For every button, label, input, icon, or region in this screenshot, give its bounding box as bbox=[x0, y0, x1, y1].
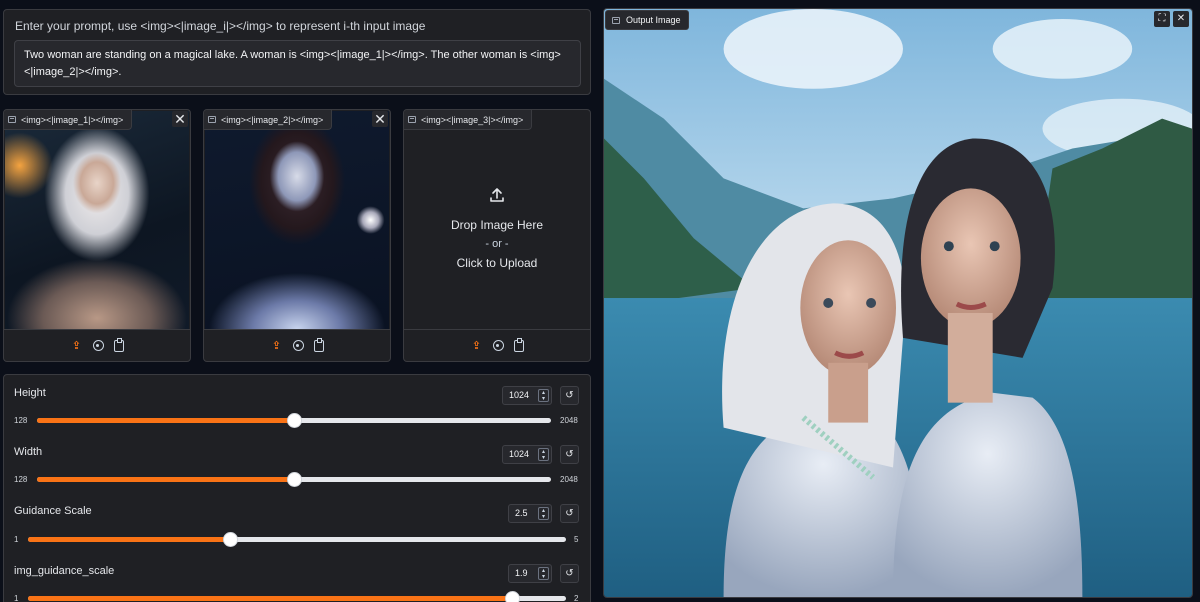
upload-icon[interactable]: ⇪ bbox=[71, 340, 83, 352]
image-drop-zone[interactable]: Drop Image Here - or - Click to Upload bbox=[405, 130, 589, 329]
settings-panel: Height 1024 ▴ ▾ ↺ 128 2048 Width 1024 ▴ ▾ … bbox=[3, 374, 591, 602]
height-max: 2048 bbox=[560, 416, 578, 425]
image-input-1-tag: <img><|image_1|></img> bbox=[4, 110, 133, 130]
image-input-2-label: <img><|image_2|></img> bbox=[221, 114, 324, 125]
reset-icon[interactable]: ↺ bbox=[560, 504, 579, 523]
output-panel: Output Image ⛶ ✕ bbox=[603, 8, 1193, 598]
img-guidance-scale-max: 2 bbox=[574, 594, 579, 602]
width-min: 128 bbox=[14, 475, 28, 484]
height-number-input[interactable]: 1024 ▴ ▾ bbox=[502, 386, 552, 405]
guidance-scale-number-input[interactable]: 2.5 ▴ ▾ bbox=[508, 504, 552, 523]
prompt-input[interactable]: Two woman are standing on a magical lake… bbox=[14, 40, 581, 87]
guidance-scale-slider-track[interactable] bbox=[28, 532, 566, 547]
reset-icon[interactable]: ↺ bbox=[560, 386, 579, 405]
drop-text: Drop Image Here bbox=[450, 218, 544, 232]
guidance-scale-value: 2.5 bbox=[515, 508, 528, 518]
img-guidance-scale-min: 1 bbox=[14, 594, 19, 602]
close-icon[interactable]: ✕ bbox=[372, 111, 388, 127]
webcam-icon[interactable] bbox=[492, 340, 504, 351]
img-guidance-scale-slider-fill bbox=[28, 596, 513, 601]
spinner-icon[interactable]: ▴ ▾ bbox=[538, 389, 549, 402]
width-slider-fill bbox=[37, 477, 294, 482]
clipboard-icon[interactable] bbox=[513, 337, 524, 352]
webcam-icon[interactable] bbox=[92, 340, 104, 351]
height-min: 128 bbox=[14, 416, 28, 425]
spinner-icon[interactable]: ▴ ▾ bbox=[538, 448, 549, 461]
output-image-label: Output Image bbox=[626, 15, 681, 25]
width-max: 2048 bbox=[560, 475, 578, 484]
image-icon bbox=[408, 116, 416, 123]
image-input-2-toolbar: ⇪ bbox=[204, 329, 390, 361]
click-to-upload-text: Click to Upload bbox=[456, 256, 538, 270]
guidance-scale-label: Guidance Scale bbox=[14, 505, 92, 517]
height-label: Height bbox=[14, 387, 46, 399]
spinner-icon[interactable]: ▴ ▾ bbox=[538, 567, 549, 580]
image-input-1[interactable]: <img><|image_1|></img> ✕ ⇪ bbox=[3, 109, 191, 362]
guidance-scale-slider-fill bbox=[28, 537, 230, 542]
width-slider-thumb[interactable] bbox=[287, 472, 302, 487]
image-input-3[interactable]: <img><|image_3|></img> Drop Image Here -… bbox=[403, 109, 591, 362]
height-slider-thumb[interactable] bbox=[287, 413, 302, 428]
output-image-tag: Output Image bbox=[605, 10, 689, 30]
clipboard-icon[interactable] bbox=[313, 337, 324, 352]
img-guidance-scale-value: 1.9 bbox=[515, 568, 528, 578]
image-input-2[interactable]: <img><|image_2|></img> ✕ ⇪ bbox=[203, 109, 391, 362]
close-icon[interactable]: ✕ bbox=[1173, 11, 1189, 27]
image-input-1-toolbar: ⇪ bbox=[4, 329, 190, 361]
guidance-scale-slider-thumb[interactable] bbox=[222, 532, 238, 547]
drop-or-text: - or - bbox=[485, 238, 509, 250]
img-guidance-scale-label: img_guidance_scale bbox=[14, 565, 115, 577]
upload-icon[interactable]: ⇪ bbox=[271, 340, 283, 352]
width-label: Width bbox=[14, 446, 43, 458]
image-icon bbox=[8, 116, 16, 123]
upload-icon bbox=[488, 186, 506, 204]
prompt-panel: Enter your prompt, use <img><|image_i|><… bbox=[3, 9, 591, 95]
height-slider-track[interactable] bbox=[37, 413, 551, 428]
image-icon bbox=[612, 16, 620, 24]
width-value: 1024 bbox=[509, 449, 530, 459]
img-guidance-scale-slider-track[interactable] bbox=[28, 591, 566, 602]
img-guidance-scale-slider-thumb[interactable] bbox=[505, 591, 521, 602]
reset-icon[interactable]: ↺ bbox=[560, 445, 579, 464]
image-input-3-toolbar: ⇪ bbox=[404, 329, 590, 361]
output-toolbar: ⛶ ✕ bbox=[1154, 11, 1189, 27]
guidance-scale-max: 5 bbox=[574, 535, 579, 544]
spinner-icon[interactable]: ▴ ▾ bbox=[538, 507, 549, 520]
output-image bbox=[604, 9, 1192, 597]
fullscreen-icon[interactable]: ⛶ bbox=[1154, 11, 1170, 27]
clipboard-icon[interactable] bbox=[113, 337, 124, 352]
reset-icon[interactable]: ↺ bbox=[560, 564, 579, 583]
image-input-1-preview bbox=[5, 111, 189, 329]
image-input-1-label: <img><|image_1|></img> bbox=[21, 114, 124, 125]
image-input-3-label: <img><|image_3|></img> bbox=[421, 114, 524, 125]
upload-icon[interactable]: ⇪ bbox=[471, 340, 483, 352]
img-guidance-scale-number-input[interactable]: 1.9 ▴ ▾ bbox=[508, 564, 552, 583]
height-slider-fill bbox=[37, 418, 294, 423]
height-value: 1024 bbox=[509, 390, 530, 400]
close-icon[interactable]: ✕ bbox=[172, 111, 188, 127]
image-input-2-preview bbox=[205, 111, 389, 329]
image-input-2-tag: <img><|image_2|></img> bbox=[204, 110, 333, 130]
prompt-label: Enter your prompt, use <img><|image_i|><… bbox=[15, 19, 426, 33]
guidance-scale-min: 1 bbox=[14, 535, 19, 544]
webcam-icon[interactable] bbox=[292, 340, 304, 351]
width-slider-track[interactable] bbox=[37, 472, 551, 487]
image-icon bbox=[208, 116, 216, 123]
width-number-input[interactable]: 1024 ▴ ▾ bbox=[502, 445, 552, 464]
image-input-3-tag: <img><|image_3|></img> bbox=[404, 110, 533, 130]
